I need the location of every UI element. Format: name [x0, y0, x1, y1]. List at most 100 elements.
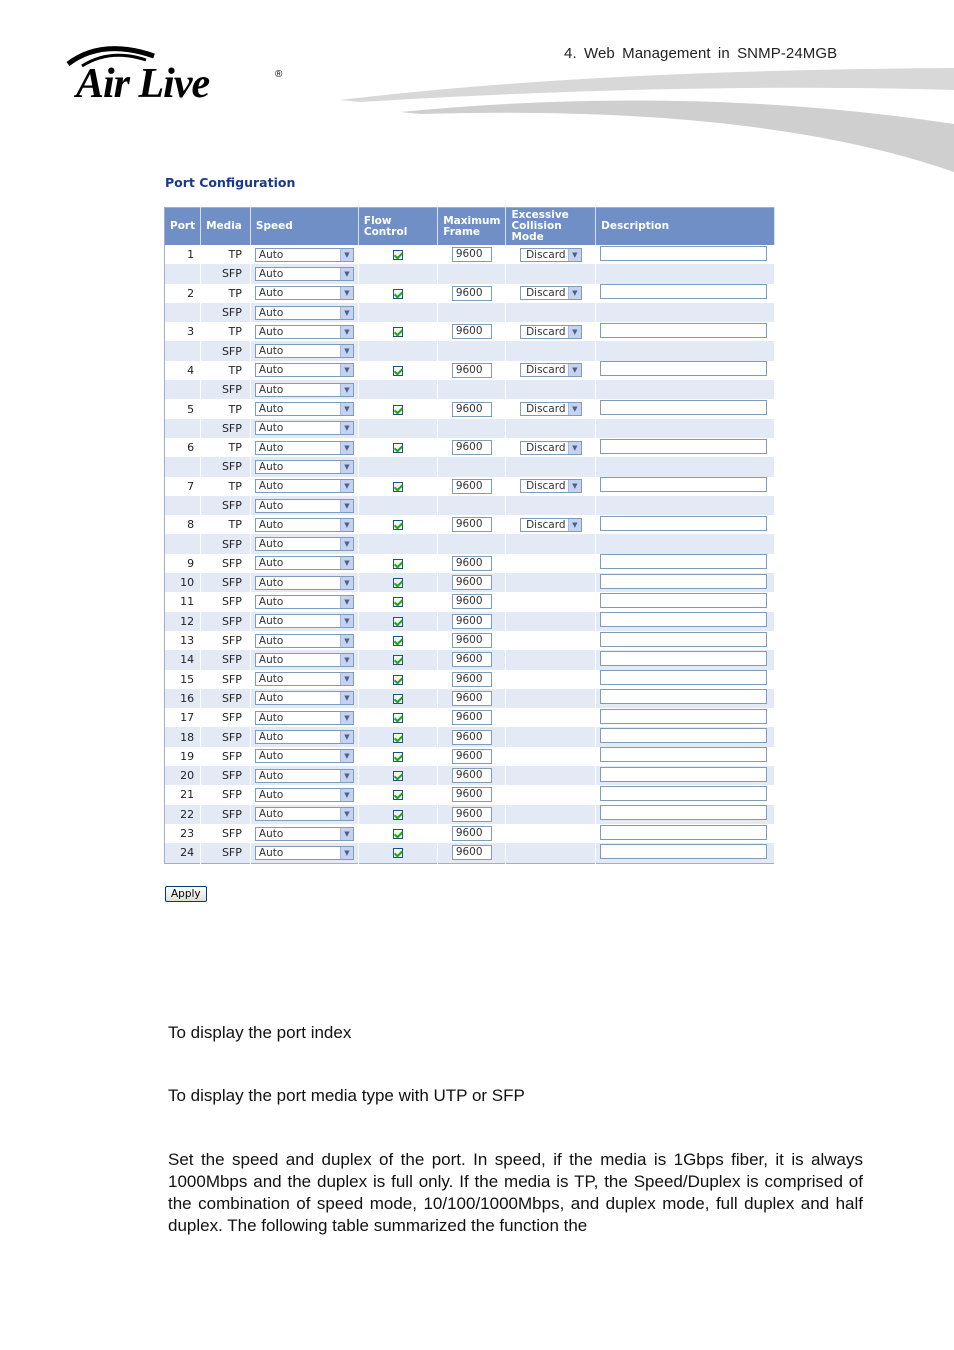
max-frame-input[interactable]: 9600	[451, 401, 492, 417]
chevron-down-icon[interactable]: ▼	[567, 287, 581, 300]
speed-select[interactable]: Auto ▼	[254, 459, 354, 474]
flow-control-checkbox[interactable]	[393, 481, 404, 492]
speed-select[interactable]: Auto ▼	[254, 363, 354, 378]
chevron-down-icon[interactable]: ▼	[339, 653, 353, 666]
apply-button[interactable]: Apply	[165, 886, 207, 902]
speed-select[interactable]: Auto ▼	[254, 517, 354, 532]
description-input[interactable]	[600, 554, 768, 570]
flow-control-checkbox[interactable]	[393, 365, 404, 376]
speed-select[interactable]: Auto ▼	[254, 672, 354, 687]
collision-mode-select[interactable]: Discard ▼	[519, 440, 582, 455]
speed-select[interactable]: Auto ▼	[254, 402, 354, 417]
chevron-down-icon[interactable]: ▼	[339, 383, 353, 396]
description-input[interactable]	[600, 650, 768, 666]
speed-select[interactable]: Auto ▼	[254, 498, 354, 513]
speed-select[interactable]: Auto ▼	[254, 305, 354, 320]
chevron-down-icon[interactable]: ▼	[339, 615, 353, 628]
chevron-down-icon[interactable]: ▼	[339, 325, 353, 338]
flow-control-checkbox[interactable]	[393, 597, 404, 608]
max-frame-input[interactable]: 9600	[451, 362, 492, 378]
speed-select[interactable]: Auto ▼	[254, 286, 354, 301]
description-input[interactable]	[600, 824, 768, 840]
speed-select[interactable]: Auto ▼	[254, 845, 354, 860]
speed-select[interactable]: Auto ▼	[254, 633, 354, 648]
flow-control-checkbox[interactable]	[393, 578, 404, 589]
chevron-down-icon[interactable]: ▼	[339, 267, 353, 280]
collision-mode-select[interactable]: Discard ▼	[519, 363, 582, 378]
max-frame-input[interactable]: 9600	[451, 806, 492, 822]
flow-control-checkbox[interactable]	[393, 713, 404, 724]
max-frame-input[interactable]: 9600	[451, 633, 492, 649]
max-frame-input[interactable]: 9600	[451, 652, 492, 668]
flow-control-checkbox[interactable]	[393, 790, 404, 801]
description-input[interactable]	[600, 785, 768, 801]
speed-select[interactable]: Auto ▼	[254, 556, 354, 571]
chevron-down-icon[interactable]: ▼	[339, 364, 353, 377]
chevron-down-icon[interactable]: ▼	[339, 692, 353, 705]
description-input[interactable]	[600, 400, 768, 416]
description-input[interactable]	[600, 766, 768, 782]
chevron-down-icon[interactable]: ▼	[339, 788, 353, 801]
flow-control-checkbox[interactable]	[393, 751, 404, 762]
speed-select[interactable]: Auto ▼	[254, 749, 354, 764]
chevron-down-icon[interactable]: ▼	[567, 364, 581, 377]
flow-control-checkbox[interactable]	[393, 616, 404, 627]
speed-select[interactable]: Auto ▼	[254, 247, 354, 262]
speed-select[interactable]: Auto ▼	[254, 324, 354, 339]
speed-select[interactable]: Auto ▼	[254, 614, 354, 629]
max-frame-input[interactable]: 9600	[451, 575, 492, 591]
max-frame-input[interactable]: 9600	[451, 594, 492, 610]
description-input[interactable]	[600, 592, 768, 608]
chevron-down-icon[interactable]: ▼	[339, 287, 353, 300]
speed-select[interactable]: Auto ▼	[254, 691, 354, 706]
collision-mode-select[interactable]: Discard ▼	[519, 479, 582, 494]
flow-control-checkbox[interactable]	[393, 674, 404, 685]
chevron-down-icon[interactable]: ▼	[339, 769, 353, 782]
flow-control-checkbox[interactable]	[393, 732, 404, 743]
chevron-down-icon[interactable]: ▼	[567, 441, 581, 454]
chevron-down-icon[interactable]: ▼	[339, 499, 353, 512]
chevron-down-icon[interactable]: ▼	[339, 673, 353, 686]
speed-select[interactable]: Auto ▼	[254, 710, 354, 725]
speed-select[interactable]: Auto ▼	[254, 652, 354, 667]
flow-control-checkbox[interactable]	[393, 829, 404, 840]
chevron-down-icon[interactable]: ▼	[339, 595, 353, 608]
speed-select[interactable]: Auto ▼	[254, 382, 354, 397]
flow-control-checkbox[interactable]	[393, 693, 404, 704]
description-input[interactable]	[600, 284, 768, 300]
flow-control-checkbox[interactable]	[393, 288, 404, 299]
chevron-down-icon[interactable]: ▼	[339, 750, 353, 763]
chevron-down-icon[interactable]: ▼	[567, 325, 581, 338]
max-frame-input[interactable]: 9600	[451, 555, 492, 571]
chevron-down-icon[interactable]: ▼	[339, 538, 353, 551]
chevron-down-icon[interactable]: ▼	[339, 731, 353, 744]
description-input[interactable]	[600, 515, 768, 531]
description-input[interactable]	[600, 843, 768, 859]
chevron-down-icon[interactable]: ▼	[339, 827, 353, 840]
max-frame-input[interactable]: 9600	[451, 729, 492, 745]
max-frame-input[interactable]: 9600	[451, 613, 492, 629]
chevron-down-icon[interactable]: ▼	[567, 518, 581, 531]
flow-control-checkbox[interactable]	[393, 250, 404, 261]
description-input[interactable]	[600, 728, 768, 744]
description-input[interactable]	[600, 573, 768, 589]
speed-select[interactable]: Auto ▼	[254, 768, 354, 783]
flow-control-checkbox[interactable]	[393, 520, 404, 531]
speed-select[interactable]: Auto ▼	[254, 266, 354, 281]
collision-mode-select[interactable]: Discard ▼	[519, 517, 582, 532]
flow-control-checkbox[interactable]	[393, 636, 404, 647]
max-frame-input[interactable]: 9600	[451, 826, 492, 842]
collision-mode-select[interactable]: Discard ▼	[519, 286, 582, 301]
speed-select[interactable]: Auto ▼	[254, 575, 354, 590]
description-input[interactable]	[600, 322, 768, 338]
chevron-down-icon[interactable]: ▼	[339, 846, 353, 859]
collision-mode-select[interactable]: Discard ▼	[519, 402, 582, 417]
collision-mode-select[interactable]: Discard ▼	[519, 247, 582, 262]
description-input[interactable]	[600, 612, 768, 628]
chevron-down-icon[interactable]: ▼	[567, 480, 581, 493]
description-input[interactable]	[600, 670, 768, 686]
description-input[interactable]	[600, 689, 768, 705]
speed-select[interactable]: Auto ▼	[254, 807, 354, 822]
chevron-down-icon[interactable]: ▼	[339, 576, 353, 589]
speed-select[interactable]: Auto ▼	[254, 344, 354, 359]
